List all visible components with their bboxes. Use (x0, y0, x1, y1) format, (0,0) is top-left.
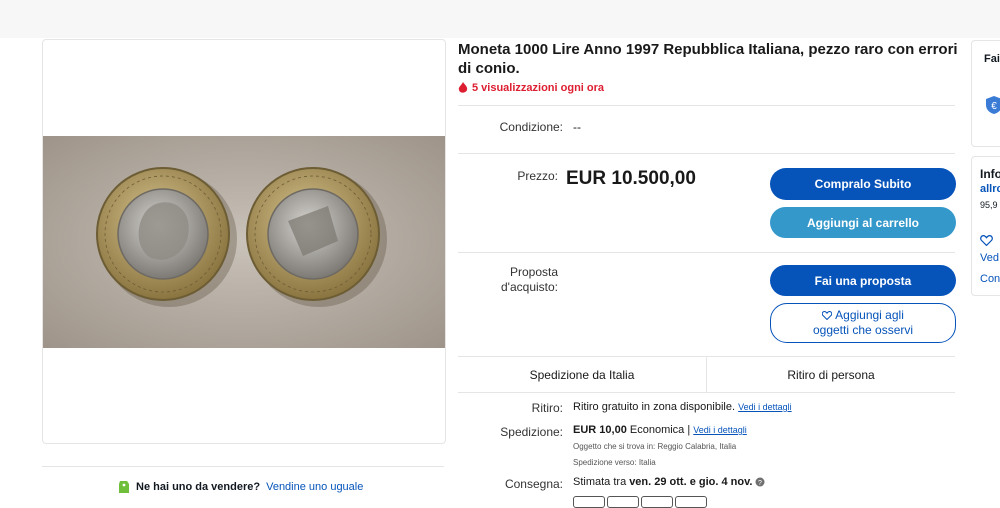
sell-question: Ne hai uno da vendere? (136, 481, 261, 493)
right-card2-title: Info (980, 167, 1000, 181)
ships-to-label: Spedizione verso: (573, 458, 637, 467)
tab-pickup[interactable]: Ritiro di persona (707, 357, 955, 392)
condition-value: -- (573, 120, 581, 134)
shipping-label: Spedizione: (500, 425, 563, 439)
price-value: EUR 10.500,00 (566, 168, 696, 189)
delivery-label: Consegna: (504, 477, 563, 491)
divider (458, 252, 955, 253)
location-label: Oggetto che si trova in: (573, 442, 656, 451)
box-1 (573, 496, 605, 508)
svg-text:?: ? (759, 480, 763, 487)
views-badge: 5 visualizzazioni ogni ora (458, 82, 604, 94)
shipping-value: EUR 10,00 Economica | Vedi i dettagli (573, 424, 747, 436)
coin-photo[interactable] (43, 136, 445, 348)
heart-icon (822, 311, 833, 320)
pickup-details-link[interactable]: Vedi i dettagli (738, 402, 792, 412)
pickup-label: Ritiro: (531, 401, 563, 415)
ships-to: Spedizione verso: Italia (573, 458, 656, 467)
delivery-prefix: Stimata tra (573, 476, 627, 488)
sell-one-like-this: Ne hai uno da vendere? Vendine uno ugual… (118, 480, 363, 494)
top-band (0, 0, 1000, 38)
watch-button[interactable]: Aggiungi agli oggetti che osservi (770, 303, 956, 343)
offer-label-line2: d'acquisto: (501, 280, 558, 294)
add-to-cart-button[interactable]: Aggiungi al carrello (770, 207, 956, 238)
flame-icon (458, 82, 468, 93)
location-value: Reggio Calabria, Italia (657, 442, 737, 451)
divider (458, 105, 955, 106)
euro-shield-icon: € (986, 96, 1000, 114)
offer-label-line1: Proposta (509, 265, 558, 279)
box-2 (607, 496, 639, 508)
info-icon[interactable]: ? (755, 477, 765, 487)
seller-name[interactable]: allro (980, 183, 1000, 195)
divider (458, 392, 955, 393)
box-3 (641, 496, 673, 508)
make-offer-button[interactable]: Fai una proposta (770, 265, 956, 296)
watch-line1: Aggiungi agli (835, 308, 904, 322)
buy-now-button[interactable]: Compralo Subito (770, 168, 956, 200)
seller-other-items-link[interactable]: Ved (980, 252, 999, 264)
price-label: Prezzo: (517, 169, 558, 183)
delivery-dates: ven. 29 ott. e gio. 4 nov. (629, 476, 753, 488)
contact-seller-link[interactable]: Con (980, 273, 1000, 285)
offer-label: Proposta d'acquisto: (470, 265, 558, 295)
right-card-1: Fai € (971, 40, 1000, 147)
shipping-service: Economica | (629, 424, 691, 436)
right-card1-title: Fai (984, 53, 1000, 65)
watch-line2: oggetti che osservi (812, 323, 914, 337)
sell-similar-link[interactable]: Vendine uno uguale (266, 481, 363, 493)
watch-line1-row: Aggiungi agli (822, 308, 904, 323)
sell-separator (42, 466, 444, 467)
pickup-value: Ritiro gratuito in zona disponibile. Ved… (573, 401, 792, 413)
shipping-price: EUR 10,00 (573, 424, 627, 436)
svg-text:€: € (991, 101, 997, 112)
image-gallery[interactable] (42, 39, 446, 444)
condition-label: Condizione: (499, 120, 563, 134)
pickup-text: Ritiro gratuito in zona disponibile. (573, 401, 736, 413)
listing-title: Moneta 1000 Lire Anno 1997 Repubblica It… (458, 41, 958, 77)
shipping-details-link[interactable]: Vedi i dettagli (693, 425, 747, 435)
right-card-2: Info allro 95,9 Ved Con (971, 156, 1000, 296)
seller-feedback: 95,9 (980, 200, 998, 210)
heart-icon[interactable] (980, 235, 993, 246)
delivery-value: Stimata tra ven. 29 ott. e gio. 4 nov. ? (573, 476, 765, 488)
divider (458, 153, 955, 154)
item-location: Oggetto che si trova in: Reggio Calabria… (573, 442, 736, 451)
tag-icon (119, 481, 129, 493)
ships-to-value: Italia (638, 458, 656, 467)
views-text: 5 visualizzazioni ogni ora (472, 82, 605, 94)
tab-shipping[interactable]: Spedizione da Italia (458, 357, 706, 392)
box-4 (675, 496, 707, 508)
